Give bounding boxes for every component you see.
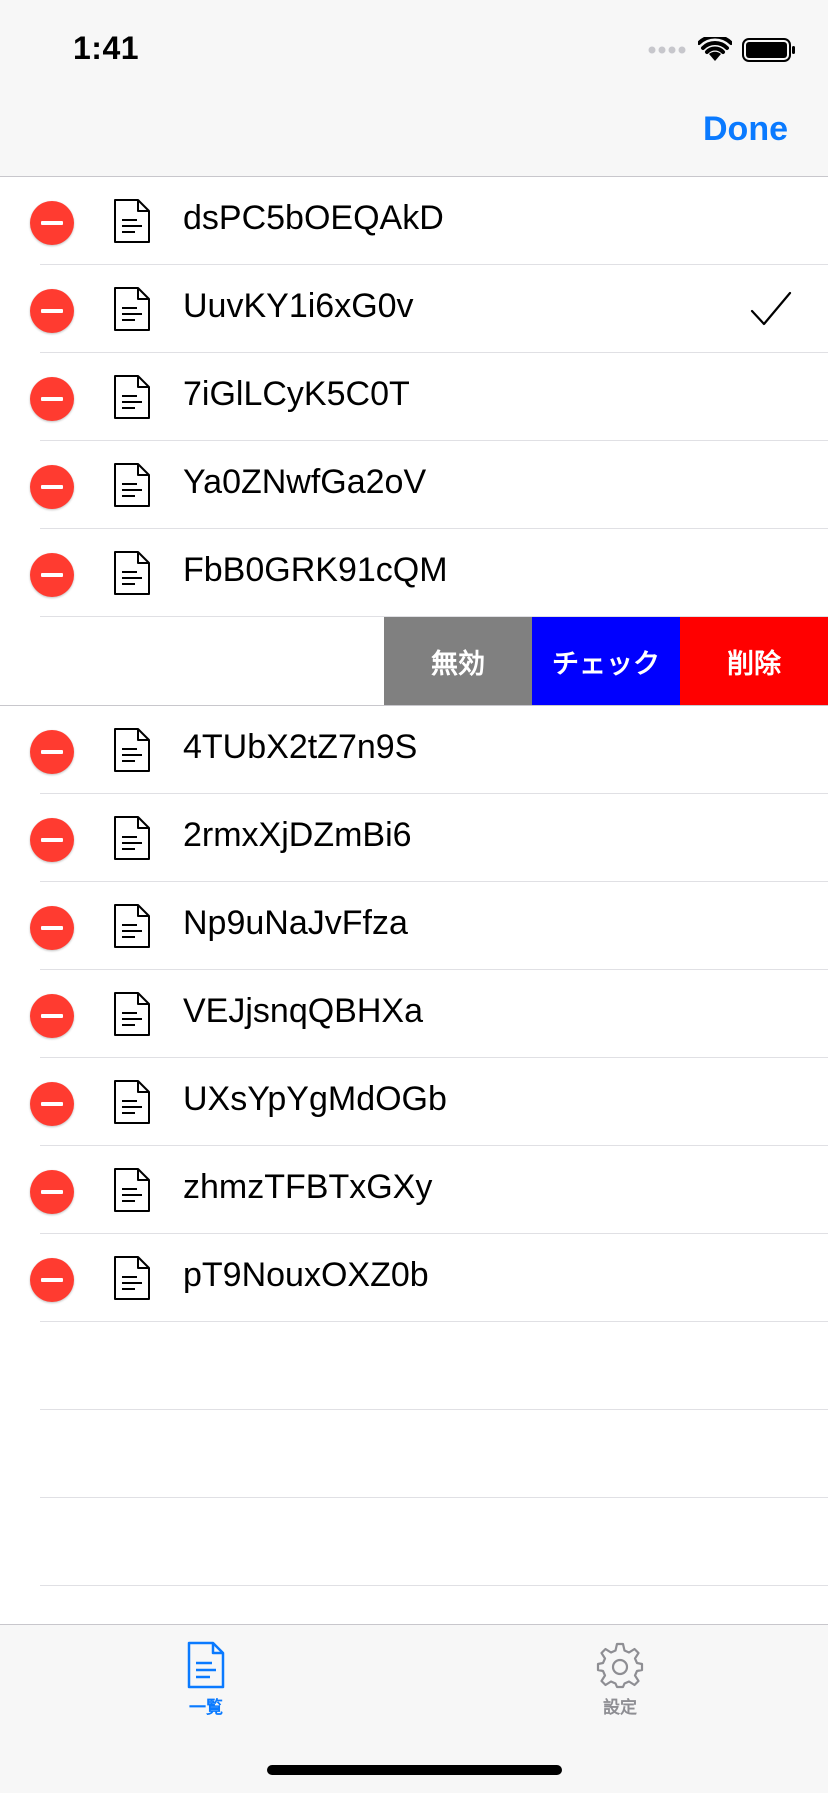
document-icon: [114, 199, 150, 243]
delete-toggle-button[interactable]: [30, 730, 74, 774]
delete-toggle-button[interactable]: [30, 818, 74, 862]
delete-toggle-button[interactable]: [30, 994, 74, 1038]
swipe-actions: 無効 チェック 削除: [384, 617, 828, 705]
item-label: 7iGlLCyK5C0T: [183, 375, 410, 413]
delete-toggle-button[interactable]: [30, 377, 74, 421]
item-label: zhmzTFBTxGXy: [183, 1168, 433, 1206]
item-label: FbB0GRK91cQM: [183, 551, 448, 589]
status-icons: [648, 36, 796, 64]
document-icon: [114, 816, 150, 860]
list-item[interactable]: UuvKY1i6xG0v: [0, 265, 828, 353]
battery-icon: [742, 38, 795, 62]
delete-toggle-button[interactable]: [30, 1082, 74, 1126]
document-icon: [114, 1080, 150, 1124]
checkmark-icon: [750, 291, 792, 326]
signal-icon: [648, 46, 686, 54]
navigation-bar: 1:41 Done: [0, 0, 828, 177]
tab-list[interactable]: 一覧: [136, 1641, 276, 1731]
document-icon: [114, 1168, 150, 1212]
list-item[interactable]: Np9uNaJvFfza: [0, 882, 828, 970]
item-label: dsPC5bOEQAkD: [183, 199, 444, 237]
tab-list-label: 一覧: [189, 1698, 223, 1717]
item-label: 2rmxXjDZmBi6: [183, 816, 412, 854]
document-icon: [187, 1641, 225, 1689]
done-button[interactable]: Done: [703, 110, 788, 149]
tab-settings-label: 設定: [603, 1698, 637, 1717]
document-icon: [114, 551, 150, 595]
item-label: UXsYpYgMdOGb: [183, 1080, 447, 1118]
wifi-icon: [698, 37, 732, 61]
delete-toggle-button[interactable]: [30, 553, 74, 597]
list-item[interactable]: zhmzTFBTxGXy: [0, 1146, 828, 1234]
list-item[interactable]: 4TUbX2tZ7n9S: [0, 706, 828, 794]
list-item[interactable]: 7iGlLCyK5C0T: [0, 353, 828, 441]
check-action-button[interactable]: チェック: [532, 617, 680, 705]
item-label: Np9uNaJvFfza: [183, 904, 408, 942]
empty-row: [0, 1322, 828, 1410]
list-item[interactable]: 2rmxXjDZmBi6: [0, 794, 828, 882]
list-item[interactable]: Ya0ZNwfGa2oV: [0, 441, 828, 529]
document-icon: [114, 463, 150, 507]
status-time: 1:41: [73, 30, 140, 66]
item-label: pT9NouxOXZ0b: [183, 1256, 429, 1294]
empty-row: [0, 1498, 828, 1586]
document-icon: [114, 1256, 150, 1300]
delete-toggle-button[interactable]: [30, 201, 74, 245]
list-item[interactable]: UXsYpYgMdOGb: [0, 1058, 828, 1146]
document-icon: [114, 375, 150, 419]
document-icon: [114, 904, 150, 948]
document-icon: [114, 728, 150, 772]
delete-toggle-button[interactable]: [30, 465, 74, 509]
home-indicator: [267, 1765, 562, 1775]
file-list: dsPC5bOEQAkD UuvKY1i6xG0v 7iGlLCyK5C0T Ya0Z…: [0, 177, 828, 1586]
list-item[interactable]: pT9NouxOXZ0b: [0, 1234, 828, 1322]
swiped-row[interactable]: 無効 チェック 削除: [0, 617, 828, 706]
list-item[interactable]: VEJjsnqQBHXa: [0, 970, 828, 1058]
item-label: VEJjsnqQBHXa: [183, 992, 423, 1030]
document-icon: [114, 992, 150, 1036]
tab-settings[interactable]: 設定: [550, 1641, 690, 1731]
delete-toggle-button[interactable]: [30, 906, 74, 950]
delete-action-button[interactable]: 削除: [680, 617, 828, 705]
delete-toggle-button[interactable]: [30, 1258, 74, 1302]
document-icon: [114, 287, 150, 331]
disable-action-button[interactable]: 無効: [384, 617, 532, 705]
gear-icon: [596, 1642, 644, 1689]
item-label: 4TUbX2tZ7n9S: [183, 728, 418, 766]
delete-toggle-button[interactable]: [30, 289, 74, 333]
empty-row: [0, 1410, 828, 1498]
item-label: Ya0ZNwfGa2oV: [183, 463, 427, 501]
item-label: UuvKY1i6xG0v: [183, 287, 414, 325]
delete-toggle-button[interactable]: [30, 1170, 74, 1214]
list-item[interactable]: FbB0GRK91cQM: [0, 529, 828, 617]
list-item[interactable]: dsPC5bOEQAkD: [0, 177, 828, 265]
